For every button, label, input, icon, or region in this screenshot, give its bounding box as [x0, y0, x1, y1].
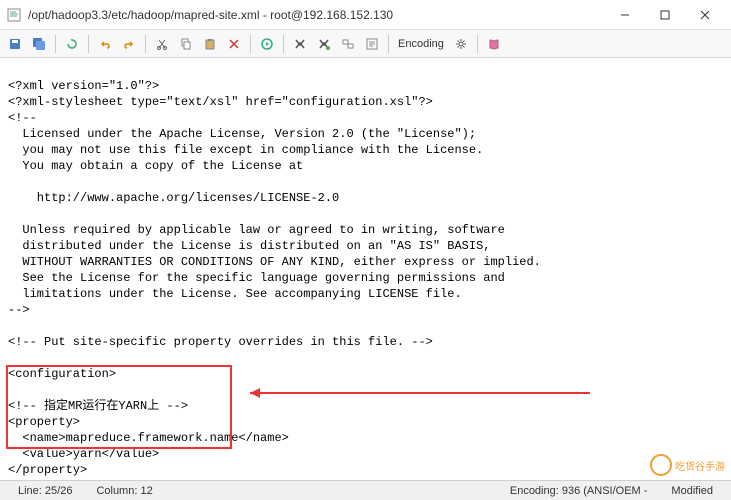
code-line: You may obtain a copy of the License at — [8, 159, 303, 173]
code-line: <!-- 指定MR运行在YARN上 --> — [8, 399, 188, 413]
titlebar: /opt/hadoop3.3/etc/hadoop/mapred-site.xm… — [0, 0, 731, 30]
find-icon[interactable] — [289, 33, 311, 55]
close-button[interactable] — [685, 1, 725, 29]
findnext-icon[interactable] — [313, 33, 335, 55]
watermark: 吃货谷手游 — [650, 454, 725, 476]
book-icon[interactable] — [483, 33, 505, 55]
code-line: See the License for the specific languag… — [8, 271, 505, 285]
undo-icon[interactable] — [94, 33, 116, 55]
reload-icon[interactable] — [61, 33, 83, 55]
code-line: WITHOUT WARRANTIES OR CONDITIONS OF ANY … — [8, 255, 541, 269]
save-icon[interactable] — [4, 33, 26, 55]
code-line: <?xml version="1.0"?> — [8, 79, 159, 93]
status-line: Line: 25/26 — [6, 485, 84, 497]
code-line: <name>mapreduce.framework.name</name> — [8, 431, 289, 445]
code-line: Unless required by applicable law or agr… — [8, 223, 505, 237]
cut-icon[interactable] — [151, 33, 173, 55]
arrow-annotation — [240, 378, 600, 408]
code-line: <!-- — [8, 111, 37, 125]
minimize-button[interactable] — [605, 1, 645, 29]
delete-icon[interactable] — [223, 33, 245, 55]
app-icon — [6, 7, 22, 23]
code-line: --> — [8, 303, 30, 317]
code-line: <value>yarn</value> — [8, 447, 159, 461]
code-line: </property> — [8, 463, 87, 477]
maximize-button[interactable] — [645, 1, 685, 29]
code-line: http://www.apache.org/licenses/LICENSE-2… — [8, 191, 339, 205]
watermark-text: 吃货谷手游 — [675, 458, 725, 473]
statusbar: Line: 25/26 Column: 12 Encoding: 936 (AN… — [0, 480, 731, 500]
code-line: limitations under the License. See accom… — [8, 287, 462, 301]
run-icon[interactable] — [256, 33, 278, 55]
paste-icon[interactable] — [199, 33, 221, 55]
code-line: <property> — [8, 415, 80, 429]
code-line: <?xml-stylesheet type="text/xsl" href="c… — [8, 95, 433, 109]
watermark-icon — [650, 454, 672, 476]
status-modified: Modified — [659, 485, 725, 497]
toolbar: Encoding — [0, 30, 731, 58]
code-line: you may not use this file except in comp… — [8, 143, 483, 157]
replace-icon[interactable] — [337, 33, 359, 55]
goto-icon[interactable] — [361, 33, 383, 55]
status-column: Column: 12 — [84, 485, 164, 497]
saveall-icon[interactable] — [28, 33, 50, 55]
copy-icon[interactable] — [175, 33, 197, 55]
code-editor[interactable]: <?xml version="1.0"?> <?xml-stylesheet t… — [0, 58, 731, 480]
encoding-label: Encoding — [394, 38, 448, 50]
settings-icon[interactable] — [450, 33, 472, 55]
code-line: Licensed under the Apache License, Versi… — [8, 127, 476, 141]
status-encoding: Encoding: 936 (ANSI/OEM - — [498, 485, 660, 497]
redo-icon[interactable] — [118, 33, 140, 55]
code-line: distributed under the License is distrib… — [8, 239, 490, 253]
window-title: /opt/hadoop3.3/etc/hadoop/mapred-site.xm… — [28, 8, 605, 22]
code-line: <configuration> — [8, 367, 116, 381]
code-line: <!-- Put site-specific property override… — [8, 335, 433, 349]
